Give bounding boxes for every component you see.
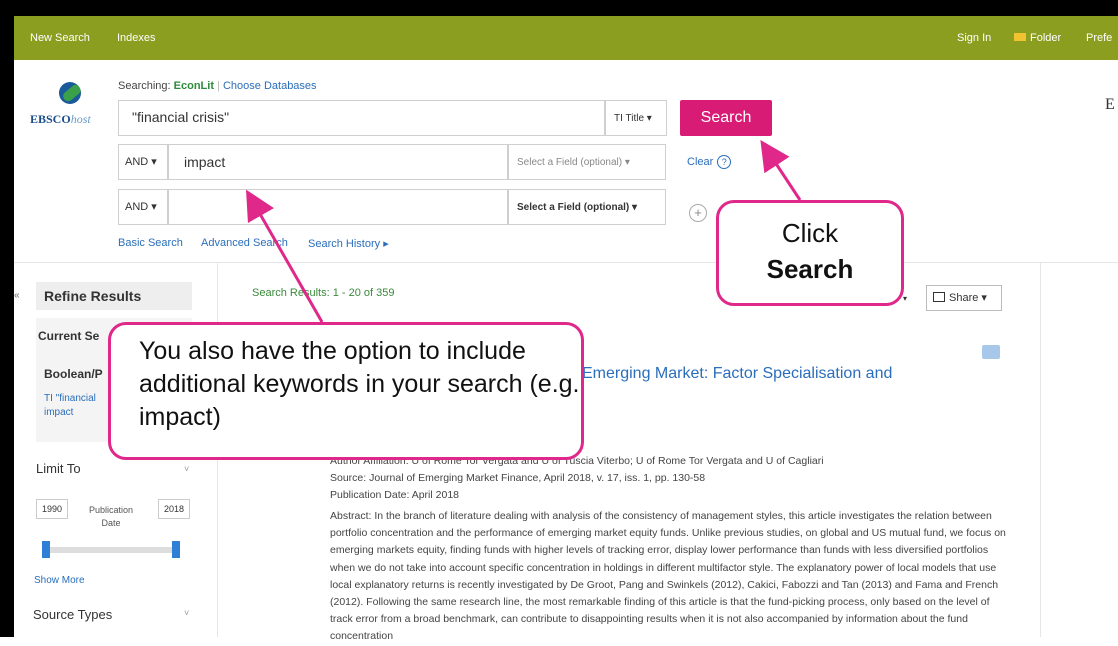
boolean-3-label: AND bbox=[125, 201, 149, 213]
search-input-3[interactable] bbox=[168, 189, 508, 225]
click-search-callout: Click Search bbox=[716, 200, 904, 306]
new-search-link[interactable]: New Search bbox=[30, 32, 90, 44]
date-slider-from-handle[interactable] bbox=[42, 541, 50, 558]
folder-icon bbox=[1014, 33, 1026, 41]
header-divider bbox=[14, 262, 1118, 263]
searching-label: Searching: bbox=[118, 80, 171, 92]
results-count: Search Results: 1 - 20 of 359 bbox=[252, 287, 395, 299]
chevron-down-icon[interactable]: ˅ bbox=[184, 608, 189, 618]
field-select-1-label: TI Title bbox=[614, 113, 645, 124]
indexes-link[interactable]: Indexes bbox=[117, 32, 156, 44]
collapse-icon[interactable]: « bbox=[14, 290, 20, 301]
boolean-select-2[interactable]: AND ▾ bbox=[118, 144, 168, 180]
field-select-3[interactable]: Select a Field (optional) ▾ bbox=[508, 189, 666, 225]
searching-line: Searching: EconLit | Choose Databases bbox=[118, 80, 317, 92]
year-from-input[interactable]: 1990 bbox=[36, 499, 68, 519]
document-icon[interactable] bbox=[982, 345, 1000, 359]
field-select-1[interactable]: TI Title ▾ bbox=[605, 100, 667, 136]
callout-click-text: Click bbox=[781, 218, 839, 248]
choose-databases-link[interactable]: Choose Databases bbox=[223, 80, 317, 92]
top-nav-bar: New Search Indexes Sign In Folder Prefe bbox=[14, 16, 1118, 60]
current-search-label: Current Se bbox=[38, 329, 100, 343]
database-name: EconLit bbox=[173, 80, 214, 92]
limit-to-heading[interactable]: Limit To bbox=[36, 461, 81, 476]
right-edge-text: E bbox=[1105, 96, 1115, 113]
field-select-2-label: Select a Field (optional) bbox=[517, 157, 623, 168]
folder-label: Folder bbox=[1030, 32, 1062, 44]
right-pane-divider bbox=[1040, 263, 1041, 637]
publication-date-line: Publication Date: April 2018 bbox=[330, 489, 459, 501]
boolean-2-label: AND bbox=[125, 156, 149, 168]
clear-link[interactable]: Clear? bbox=[687, 155, 732, 169]
search-input-2-value: impact bbox=[184, 154, 226, 170]
logo-sub: host bbox=[70, 112, 91, 126]
field-select-3-label: Select a Field (optional) bbox=[517, 202, 630, 213]
year-to-input[interactable]: 2018 bbox=[158, 499, 190, 519]
query-link-2[interactable]: impact bbox=[44, 407, 73, 418]
chevron-down-icon[interactable]: ▾ bbox=[903, 294, 907, 303]
query-link-1[interactable]: TI "financial bbox=[44, 393, 96, 404]
preferences-link[interactable]: Prefe bbox=[1086, 32, 1112, 44]
folder-link[interactable]: Folder bbox=[1014, 32, 1061, 44]
field-select-2[interactable]: Select a Field (optional) ▾ bbox=[508, 144, 666, 180]
boolean-phrase-label: Boolean/P bbox=[44, 367, 103, 381]
source-types-heading[interactable]: Source Types bbox=[33, 607, 112, 622]
basic-search-link[interactable]: Basic Search bbox=[118, 237, 183, 249]
date-slider-to-handle[interactable] bbox=[172, 541, 180, 558]
date-slider-track[interactable] bbox=[46, 547, 176, 553]
help-icon[interactable]: ? bbox=[717, 155, 732, 169]
share-icon bbox=[933, 292, 945, 302]
search-button[interactable]: Search bbox=[680, 100, 772, 136]
search-history-link[interactable]: Search History ▸ bbox=[308, 237, 389, 250]
logo-main: EBSCO bbox=[30, 112, 71, 126]
share-button[interactable]: Share ▾ bbox=[926, 285, 1002, 311]
add-row-icon[interactable]: + bbox=[689, 204, 707, 222]
chevron-down-icon[interactable]: ˅ bbox=[184, 464, 189, 474]
keywords-callout: You also have the option to include addi… bbox=[108, 322, 584, 460]
refine-results-heading: Refine Results bbox=[36, 282, 192, 310]
ebsco-logo-icon[interactable] bbox=[59, 82, 81, 104]
result-title-link[interactable]: Emerging Market: Factor Specialisation a… bbox=[582, 365, 892, 383]
clear-label: Clear bbox=[687, 156, 714, 168]
advanced-search-link[interactable]: Advanced Search bbox=[201, 237, 288, 249]
sign-in-link[interactable]: Sign In bbox=[957, 32, 991, 44]
ebsco-logo-text[interactable]: EBSCOhost bbox=[30, 112, 91, 127]
publication-date-label: Publication Date bbox=[88, 505, 134, 528]
abstract-text: Abstract: In the branch of literature de… bbox=[330, 510, 1006, 643]
search-input-1-value: "financial crisis" bbox=[132, 109, 230, 125]
show-more-link[interactable]: Show More bbox=[34, 575, 85, 586]
source-line: Source: Journal of Emerging Market Finan… bbox=[330, 472, 706, 484]
share-label: Share bbox=[949, 292, 979, 304]
boolean-select-3[interactable]: AND ▾ bbox=[118, 189, 168, 225]
callout-search-text: Search bbox=[766, 254, 854, 284]
